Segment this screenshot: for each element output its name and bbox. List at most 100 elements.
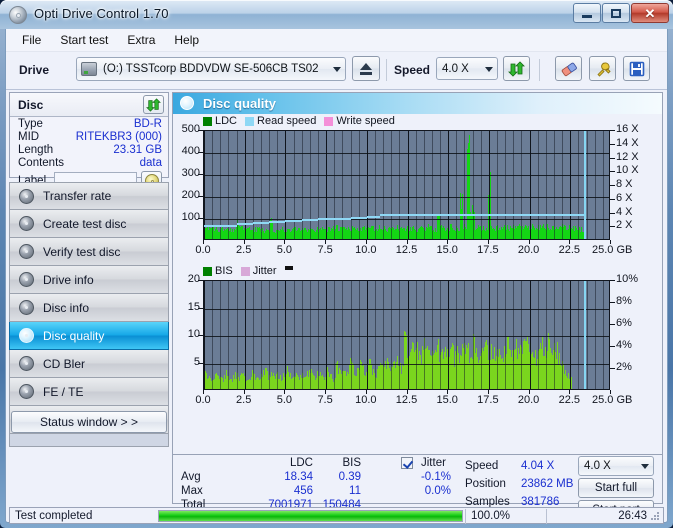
menu-bar: File Start test Extra Help [6, 29, 667, 52]
status-window-button[interactable]: Status window > > [11, 411, 167, 433]
maximize-icon [611, 9, 621, 18]
menu-help[interactable]: Help [165, 31, 208, 49]
settings-button[interactable] [589, 56, 616, 81]
speed-select-value: 4.0 X [442, 63, 469, 75]
sidebar-item-label: Disc info [43, 301, 89, 315]
content-header: Disc quality [173, 93, 662, 114]
close-button[interactable]: ✕ [631, 3, 669, 23]
test-speed-select[interactable]: 4.0 X [578, 456, 654, 476]
stats-speed-value: 4.04 X [521, 460, 583, 472]
stats-speed-label: Speed [465, 460, 498, 472]
legend-swatch-ldc [203, 117, 212, 126]
sidebar-item-fe-te[interactable]: FE / TE [9, 378, 169, 406]
disc-info-rows: Type BD-R MID RITEKBR3 (000) Length 23.3… [10, 118, 168, 192]
stats-row-max-label: Max [181, 485, 203, 497]
sidebar-item-disc-quality[interactable]: Disc quality [9, 322, 169, 350]
sidebar-item-create-test-disc[interactable]: Create test disc [9, 210, 169, 238]
bis-chart: BIS Jitter 51015202%4%6%8%10%0.02.55.07.… [173, 264, 662, 412]
disc-icon [19, 328, 34, 343]
y2-tick-label: 4 X [616, 206, 633, 218]
speed-select[interactable]: 4.0 X [436, 57, 498, 80]
stats-max-ldc: 456 [265, 485, 313, 497]
menu-start-test[interactable]: Start test [51, 31, 117, 49]
disc-row-contents-value: data [140, 157, 162, 169]
bis-chart-legend: BIS Jitter [203, 265, 293, 277]
y2-tick-label: 6% [616, 317, 632, 329]
progress-percent: 100.0% [471, 510, 545, 522]
stats-max-bis: 11 [321, 485, 361, 497]
eject-icon [360, 63, 372, 70]
y-tick-label: 300 [173, 167, 200, 179]
disc-icon [19, 300, 34, 315]
legend-swatch-write-speed [324, 117, 333, 126]
stats-col-bis: BIS [321, 457, 361, 469]
y2-tick-label: 8 X [616, 178, 633, 190]
y2-tick-label: 12 X [616, 151, 639, 163]
minimize-button[interactable] [573, 3, 601, 23]
menu-file[interactable]: File [13, 31, 50, 49]
sidebar-nav: Transfer rate Create test disc Verify te… [9, 182, 169, 447]
toolbar-separator-2 [539, 59, 540, 81]
y2-tick-label: 2% [616, 361, 632, 373]
x-tick-label: 22.5 [543, 244, 595, 256]
sidebar-item-label: Verify test disc [43, 245, 120, 259]
eraser-icon [560, 61, 578, 77]
eject-icon-bar [360, 72, 372, 75]
sidebar-item-drive-info[interactable]: Drive info [9, 266, 169, 294]
sidebar-item-transfer-rate[interactable]: Transfer rate [9, 182, 169, 210]
sidebar-item-label: Disc quality [43, 329, 104, 343]
disc-row-length-key: Length [18, 144, 53, 156]
legend-label-read-speed: Read speed [257, 115, 316, 127]
y-tick-label: 5 [173, 356, 200, 368]
drive-label: Drive [19, 63, 49, 77]
stats-row-avg-label: Avg [181, 471, 201, 483]
y2-tick-label: 8% [616, 295, 632, 307]
disc-row-type: Type BD-R [10, 118, 168, 131]
disc-icon [19, 189, 34, 204]
disc-icon [19, 272, 34, 287]
stats-avg-bis: 0.39 [321, 471, 361, 483]
drive-select[interactable]: (O:) TSSTcorp BDDVDW SE-506CB TS02 [76, 57, 346, 81]
ldc-chart: LDC Read speed Write speed 1002003004005… [173, 114, 662, 262]
eject-button[interactable] [352, 56, 380, 81]
maximize-button[interactable] [602, 3, 630, 23]
close-icon: ✕ [645, 7, 656, 20]
bis-plot-area [203, 280, 610, 390]
drive-icon [81, 62, 97, 76]
save-button[interactable] [623, 56, 650, 81]
refresh-icon [146, 98, 161, 112]
y2-tick-label: 4% [616, 339, 632, 351]
drive-toolbar: Drive (O:) TSSTcorp BDDVDW SE-506CB TS02… [6, 52, 667, 90]
sidebar-item-label: CD Bler [43, 357, 85, 371]
x-tick-label: 22.5 [543, 394, 595, 406]
refresh-button[interactable] [503, 56, 530, 81]
save-icon [629, 61, 645, 77]
chevron-down-icon [333, 67, 341, 72]
start-full-button[interactable]: Start full [578, 478, 654, 498]
status-bar: Test completed 100.0% 26:43 [9, 507, 664, 524]
resize-grip[interactable] [651, 512, 660, 521]
sidebar-filler [9, 434, 169, 447]
progress-percent-cell: 100.0% [465, 509, 545, 524]
disc-row-mid: MID RITEKBR3 (000) [10, 131, 168, 144]
legend-label-ldc: LDC [215, 115, 237, 127]
disc-refresh-button[interactable] [143, 95, 164, 114]
legend-swatch-read-speed [245, 117, 254, 126]
sidebar-item-cd-bler[interactable]: CD Bler [9, 350, 169, 378]
ldc-chart-legend: LDC Read speed Write speed [203, 115, 400, 127]
sidebar-item-disc-info[interactable]: Disc info [9, 294, 169, 322]
y-tick-label: 20 [173, 273, 200, 285]
y2-tick-label: 2 X [616, 219, 633, 231]
stats-col-ldc: LDC [265, 457, 313, 469]
jitter-checkbox[interactable] [401, 457, 413, 469]
erase-button[interactable] [555, 56, 582, 81]
y-tick-label: 100 [173, 211, 200, 223]
stats-panel: LDC BIS Avg 18.34 0.39 -0.1% Max 456 11 … [173, 454, 662, 503]
disc-row-mid-value: RITEKBR3 (000) [76, 131, 162, 143]
menu-extra[interactable]: Extra [118, 31, 164, 49]
sidebar-item-verify-test-disc[interactable]: Verify test disc [9, 238, 169, 266]
y2-tick-label: 10% [616, 273, 638, 285]
sidebar-item-label: FE / TE [43, 385, 83, 399]
y2-tick-label: 14 X [616, 137, 639, 149]
y2-tick-label: 6 X [616, 192, 633, 204]
